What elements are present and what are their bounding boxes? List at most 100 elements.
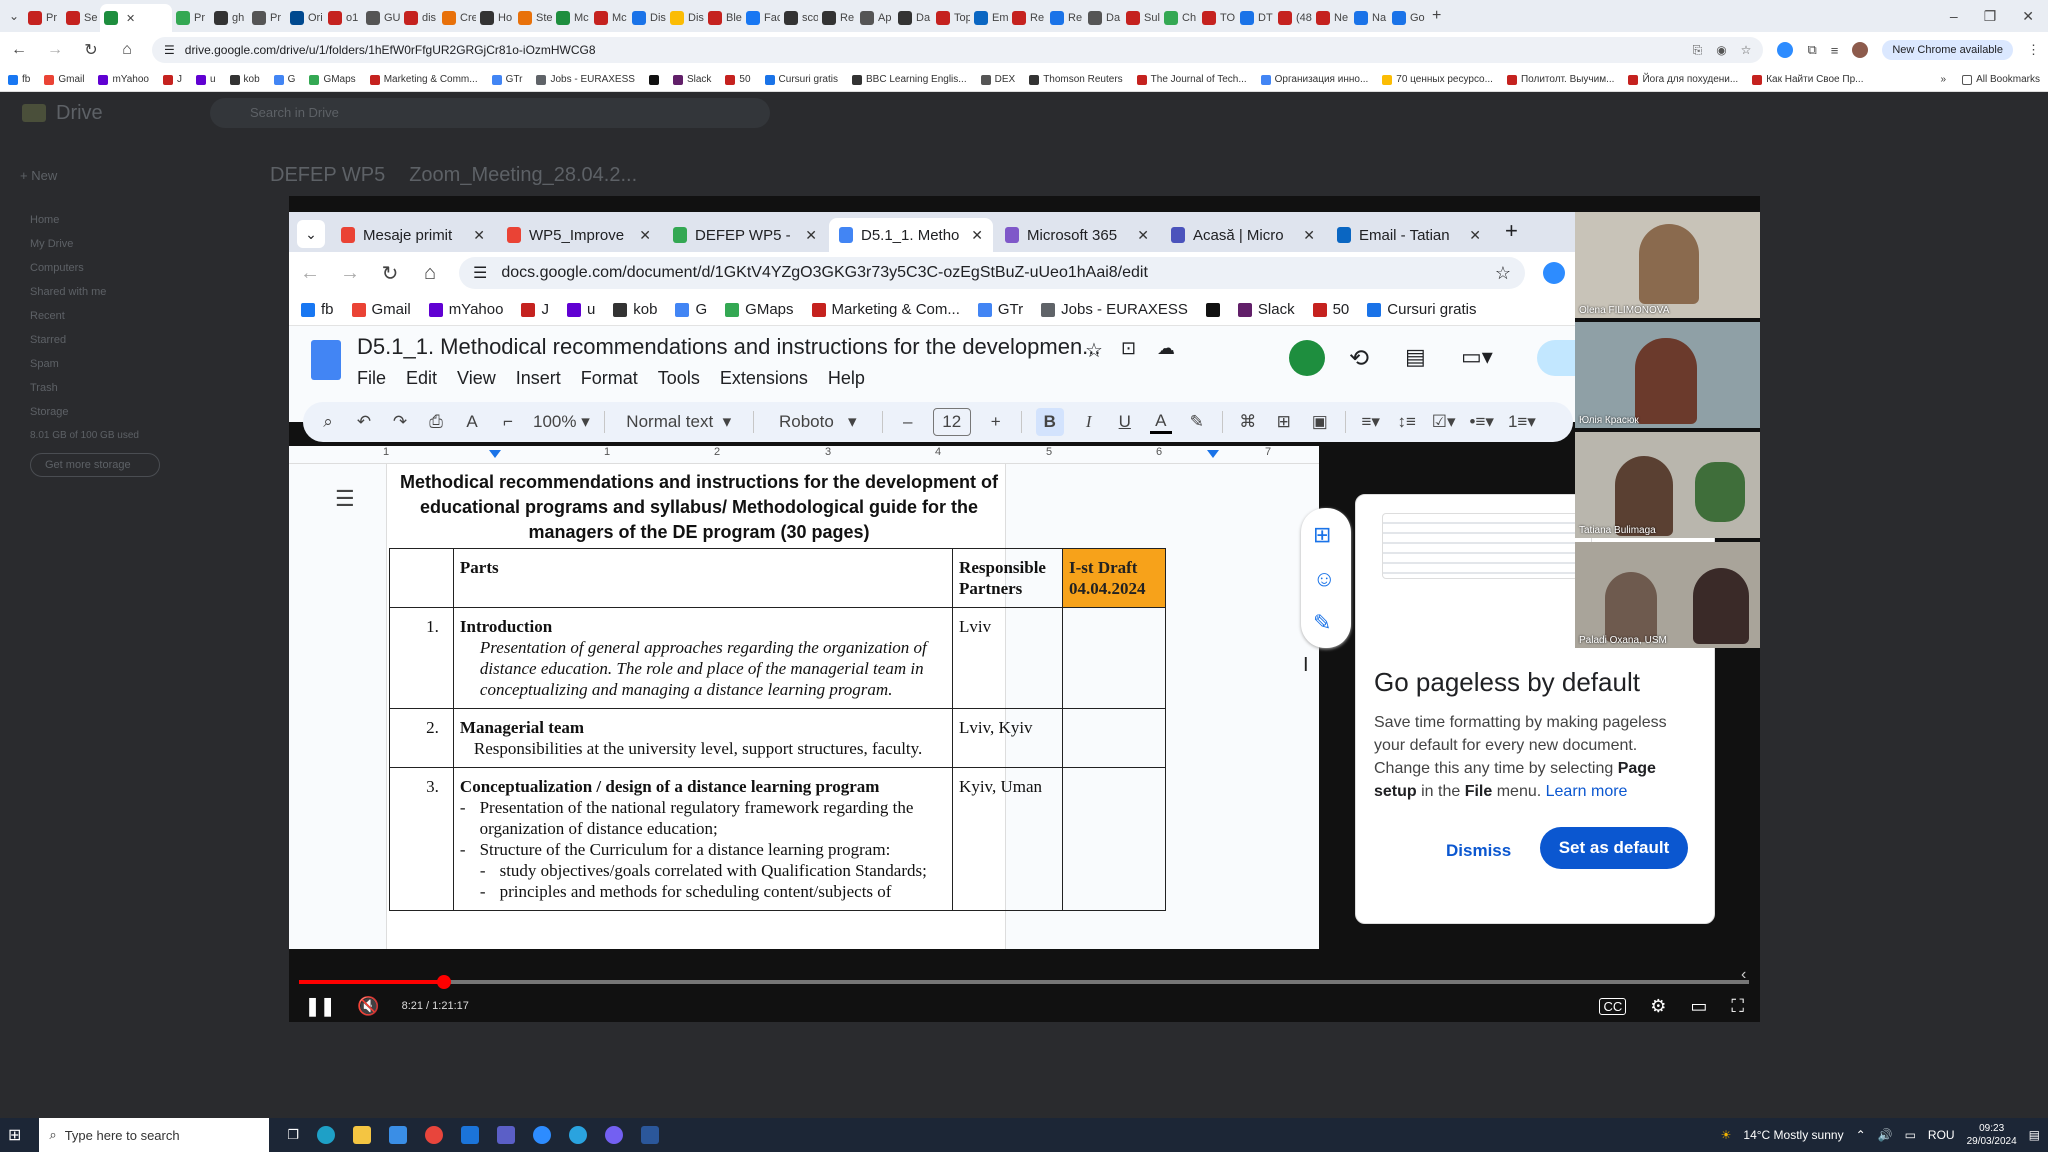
share-button[interactable]: [1537, 340, 1577, 376]
row-number[interactable]: 1.: [389, 607, 454, 709]
browser-tab[interactable]: Ne: [1312, 4, 1350, 32]
pause-icon[interactable]: ❚❚: [305, 996, 335, 1017]
bookmark-item[interactable]: Slack: [672, 74, 711, 85]
tab-close-icon[interactable]: ✕: [805, 227, 817, 244]
inner-browser-tab[interactable]: Acasă | Micro ✕: [1161, 218, 1325, 252]
bookmark-item[interactable]: Политолт. Выучим...: [1506, 74, 1614, 85]
forward-icon[interactable]: →: [44, 39, 66, 61]
bookmark-item[interactable]: u: [566, 301, 595, 318]
video-progress-bar[interactable]: [299, 975, 1749, 989]
decrease-font-icon[interactable]: –: [897, 412, 919, 432]
highlight-icon[interactable]: ✎: [1186, 412, 1208, 432]
browser-tab[interactable]: Dis: [628, 4, 666, 32]
mute-icon[interactable]: 🔇: [357, 996, 379, 1017]
captions-icon[interactable]: CC: [1599, 997, 1627, 1015]
underline-icon[interactable]: U: [1114, 412, 1136, 432]
row-partners[interactable]: Kyiv, Uman: [952, 767, 1064, 911]
link-icon[interactable]: ⌘: [1237, 412, 1259, 432]
inner-browser-tab[interactable]: DEFEP WP5 - ✕: [663, 218, 827, 252]
move-folder-icon[interactable]: ⊡: [1121, 338, 1136, 359]
tab-close-icon[interactable]: ✕: [1137, 227, 1149, 244]
network-icon[interactable]: ▭: [1905, 1128, 1916, 1142]
restore-button[interactable]: ❐: [1984, 8, 1997, 25]
new-tab-button[interactable]: +: [1432, 7, 1441, 25]
align-icon[interactable]: ≡▾: [1360, 412, 1382, 432]
menu-item-tools[interactable]: Tools: [658, 368, 700, 389]
search-menus-icon[interactable]: ⌕: [317, 412, 339, 432]
ruler[interactable]: 1 1 2 3 4 5 6 7: [289, 446, 1319, 464]
browser-tab[interactable]: Ap: [856, 4, 894, 32]
sidebar-item-shared[interactable]: Shared with me: [30, 286, 160, 298]
learn-more-link[interactable]: Learn more: [1546, 783, 1628, 800]
gemini-icon[interactable]: [1289, 340, 1325, 376]
eye-off-icon[interactable]: ◉: [1716, 43, 1726, 58]
browser-tab[interactable]: Na: [1350, 4, 1388, 32]
tray-overflow-icon[interactable]: ⌃: [1856, 1128, 1866, 1142]
inner-browser-tab[interactable]: D5.1_1. Metho ✕: [829, 218, 993, 252]
bookmark-item[interactable]: Marketing & Comm...: [369, 74, 478, 85]
browser-tab[interactable]: GU: [362, 4, 400, 32]
browser-tab[interactable]: TO: [1198, 4, 1236, 32]
row-partners[interactable]: Lviv, Kyiv: [952, 708, 1064, 768]
document-canvas[interactable]: ☰ Methodical recommendations and instruc…: [289, 464, 1319, 949]
clock[interactable]: 09:23 29/03/2024: [1967, 1122, 2017, 1148]
bookmark-item[interactable]: fb: [301, 301, 334, 318]
sidebar-item-home[interactable]: Home: [30, 214, 160, 226]
parts-header[interactable]: Parts: [452, 548, 954, 608]
add-comment-icon[interactable]: ⊞: [1313, 522, 1331, 548]
browser-tab[interactable]: ✕: [100, 4, 172, 32]
language-indicator[interactable]: ROU: [1928, 1128, 1955, 1142]
undo-icon[interactable]: ↶: [353, 412, 375, 432]
browser-tab[interactable]: o1: [324, 4, 362, 32]
draft-header[interactable]: I-st Draft 04.04.2024: [1062, 548, 1166, 608]
menu-item-edit[interactable]: Edit: [406, 368, 437, 389]
video-player[interactable]: ⌄ Mesaje primit ✕ WP5_Improve ✕ DEFEP WP5 - ✕…: [289, 196, 1760, 1022]
bookmark-item[interactable]: G: [273, 74, 295, 85]
sidebar-item-spam[interactable]: Spam: [30, 358, 160, 370]
bookmark-star-icon[interactable]: ☆: [1741, 43, 1752, 58]
dismiss-button[interactable]: Dismiss: [1446, 841, 1511, 861]
outline-icon[interactable]: ☰: [335, 486, 355, 512]
chrome-icon[interactable]: [425, 1126, 444, 1144]
sidebar-item-recent[interactable]: Recent: [30, 310, 160, 322]
document-heading[interactable]: Methodical recommendations and instructi…: [389, 470, 1009, 545]
participant-tile[interactable]: Tatiana Bulimaga: [1575, 432, 1760, 538]
responsible-header[interactable]: Responsible Partners: [952, 548, 1064, 608]
bookmark-item[interactable]: Cursuri gratis: [1367, 301, 1476, 318]
minimize-button[interactable]: –: [1950, 8, 1958, 24]
browser-tab[interactable]: Sul: [1122, 4, 1160, 32]
browser-tab[interactable]: Em: [970, 4, 1008, 32]
bold-icon[interactable]: B: [1035, 408, 1064, 436]
browser-tab[interactable]: Pr: [24, 4, 62, 32]
line-spacing-icon[interactable]: ↕≡: [1396, 412, 1418, 432]
weather-icon[interactable]: ☀: [1721, 1128, 1732, 1142]
bookmark-item[interactable]: DEX: [980, 74, 1015, 85]
inner-tab-search-icon[interactable]: ⌄: [297, 220, 325, 248]
bookmark-item[interactable]: Jobs - EURAXESS: [1041, 301, 1188, 318]
media-icon[interactable]: ≡: [1831, 43, 1839, 58]
menu-item-file[interactable]: File: [357, 368, 386, 389]
menu-item-view[interactable]: View: [457, 368, 496, 389]
bookmark-item[interactable]: J: [521, 301, 549, 318]
browser-tab[interactable]: Mc: [552, 4, 590, 32]
browser-tab[interactable]: Fac: [742, 4, 780, 32]
extensions-icon[interactable]: ⧉: [1807, 42, 1816, 58]
bookmark-item[interactable]: Gmail: [351, 301, 411, 318]
teams-icon[interactable]: [497, 1126, 516, 1144]
settings-gear-icon[interactable]: ⚙: [1650, 996, 1666, 1017]
browser-tab[interactable]: Ble: [704, 4, 742, 32]
image-icon[interactable]: ▣: [1309, 412, 1331, 432]
inner-zoom-extension-icon[interactable]: [1543, 262, 1565, 284]
inner-omnibox[interactable]: ☰ docs.google.com/document/d/1GKtV4YZgO3…: [459, 257, 1525, 289]
browser-tab[interactable]: Go: [1388, 4, 1426, 32]
inner-browser-tab[interactable]: Microsoft 365 ✕: [995, 218, 1159, 252]
sidebar-item-storage[interactable]: Storage: [30, 406, 160, 418]
browser-tab[interactable]: Ori: [286, 4, 324, 32]
new-chrome-pill[interactable]: New Chrome available: [1882, 40, 2013, 60]
inner-forward-icon[interactable]: →: [339, 262, 361, 284]
zoom-extension-icon[interactable]: [1777, 42, 1794, 58]
table-cell[interactable]: [1062, 708, 1166, 768]
row-partners[interactable]: Lviv: [952, 607, 1064, 709]
style-select[interactable]: Normal text ▾: [619, 412, 739, 432]
browser-tab[interactable]: Mc: [590, 4, 628, 32]
